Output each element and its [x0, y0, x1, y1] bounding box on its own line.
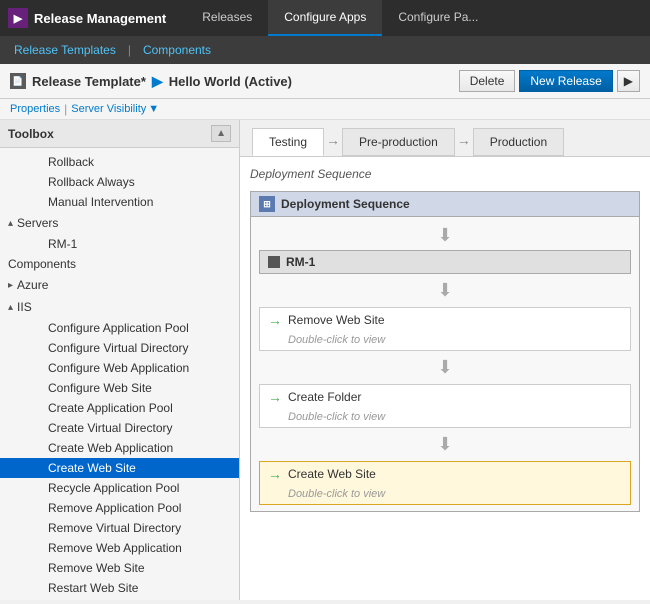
action-hint-create-web-site: Double-click to view [260, 486, 630, 504]
server-name: RM-1 [286, 255, 315, 269]
dropdown-arrow-icon: ▼ [148, 103, 159, 115]
props-separator: | [64, 102, 67, 116]
template-title-area: 📄 Release Template* ▶ Hello World (Activ… [10, 73, 292, 90]
toolbox-item-create-virtual-dir[interactable]: Create Virtual Directory [0, 418, 239, 438]
toolbox-group-azure[interactable]: ▸ Azure [0, 274, 239, 296]
toolbox-item-restart-web-site[interactable]: Restart Web Site [0, 578, 239, 598]
extra-button[interactable]: ▶ [617, 70, 640, 92]
stage-tabs: Testing → Pre-production → Production [240, 120, 650, 157]
toolbox-item-recycle-app-pool[interactable]: Recycle Application Pool [0, 478, 239, 498]
action-header-create-folder: → Create Folder [260, 385, 630, 409]
nav-tab-releases[interactable]: Releases [186, 0, 268, 36]
nav-tab-configure-apps[interactable]: Configure Apps [268, 0, 382, 36]
deployment-sequence-title: Deployment Sequence [281, 197, 410, 211]
stage-tab-pre-production[interactable]: Pre-production [342, 128, 455, 156]
action-header-create-web-site: → Create Web Site [260, 462, 630, 486]
down-arrow-2: ⬇ [259, 276, 631, 305]
nav-tab-configure-pa[interactable]: Configure Pa... [382, 0, 494, 36]
action-item-remove-web-site[interactable]: → Remove Web Site Double-click to view [259, 307, 631, 351]
sub-nav-separator: | [124, 43, 135, 57]
deployment-sequence-icon: ⊞ [259, 196, 275, 212]
template-header: 📄 Release Template* ▶ Hello World (Activ… [0, 64, 650, 99]
toolbox-header: Toolbox ▲ [0, 120, 239, 148]
toolbox-item-create-web-site[interactable]: Create Web Site [0, 458, 239, 478]
stage-arrow-1-icon: → [326, 132, 340, 152]
toolbox-scroll-up-button[interactable]: ▲ [211, 125, 231, 142]
toolbox-list: Rollback Rollback Always Manual Interven… [0, 148, 239, 600]
delete-button[interactable]: Delete [459, 70, 516, 92]
app-title: Release Management [34, 11, 166, 26]
down-arrow-2-icon: ⬇ [437, 280, 452, 301]
action-label-create-folder: Create Folder [288, 390, 361, 404]
main-content: Toolbox ▲ Rollback Rollback Always Manua… [0, 120, 650, 600]
toolbox-item-configure-web-app[interactable]: Configure Web Application [0, 358, 239, 378]
stage-tab-production[interactable]: Production [473, 128, 564, 156]
action-hint-create-folder: Double-click to view [260, 409, 630, 427]
action-item-create-web-site[interactable]: → Create Web Site Double-click to view [259, 461, 631, 505]
toolbox-panel: Toolbox ▲ Rollback Rollback Always Manua… [0, 120, 240, 600]
toolbox-item-configure-virtual-dir[interactable]: Configure Virtual Directory [0, 338, 239, 358]
properties-link[interactable]: Properties [10, 103, 60, 115]
toolbox-item-create-web-app[interactable]: Create Web Application [0, 438, 239, 458]
toolbox-group-servers[interactable]: ▴ Servers [0, 212, 239, 234]
right-panel: Testing → Pre-production → Production De… [240, 120, 650, 600]
deployment-sequence-box: ⊞ Deployment Sequence ⬇ RM-1 ⬇ [250, 191, 640, 512]
deployment-section-label: Deployment Sequence [250, 167, 640, 181]
expand-servers-icon: ▴ [8, 218, 13, 229]
deployment-area: Deployment Sequence ⊞ Deployment Sequenc… [240, 157, 650, 600]
toolbox-item-remove-web-app[interactable]: Remove Web Application [0, 538, 239, 558]
down-arrow-3-icon: ⬇ [437, 357, 452, 378]
toolbox-item-configure-app-pool[interactable]: Configure Application Pool [0, 318, 239, 338]
breadcrumb-arrow-icon: ▶ [152, 73, 163, 90]
deployment-sequence-header: ⊞ Deployment Sequence [251, 192, 639, 217]
nav-tabs: Releases Configure Apps Configure Pa... [186, 0, 494, 36]
action-header-remove-web-site: → Remove Web Site [260, 308, 630, 332]
stage-tab-testing[interactable]: Testing [252, 128, 324, 156]
sub-nav-components[interactable]: Components [139, 41, 215, 59]
properties-bar: Properties | Server Visibility ▼ [0, 99, 650, 120]
toolbox-item-rm1[interactable]: RM-1 [0, 234, 239, 254]
toolbox-item-components[interactable]: Components [0, 254, 239, 274]
toolbox-item-start-app-pool[interactable]: Start Application Pool [0, 598, 239, 600]
action-label-create-web-site: Create Web Site [288, 467, 376, 481]
header-buttons: Delete New Release ▶ [459, 70, 640, 92]
down-arrow-1: ⬇ [259, 221, 631, 250]
action-arrow-3-icon: → [268, 466, 282, 482]
server-icon [268, 256, 280, 268]
expand-iis-icon: ▴ [8, 302, 13, 313]
server-visibility-dropdown[interactable]: Server Visibility ▼ [71, 103, 159, 115]
expand-azure-icon: ▸ [8, 280, 13, 291]
toolbox-title: Toolbox [8, 127, 54, 141]
down-arrow-4: ⬇ [259, 430, 631, 459]
toolbox-item-configure-web-site[interactable]: Configure Web Site [0, 378, 239, 398]
toolbox-group-iis[interactable]: ▴ IIS [0, 296, 239, 318]
server-bar-rm1: RM-1 [259, 250, 631, 274]
app-logo: ▶ Release Management [8, 8, 166, 28]
toolbox-item-remove-app-pool[interactable]: Remove Application Pool [0, 498, 239, 518]
toolbox-item-remove-virtual-dir[interactable]: Remove Virtual Directory [0, 518, 239, 538]
new-release-button[interactable]: New Release [519, 70, 612, 92]
down-arrow-3: ⬇ [259, 353, 631, 382]
sub-nav-release-templates[interactable]: Release Templates [10, 41, 120, 59]
down-arrow-4-icon: ⬇ [437, 434, 452, 455]
down-arrow-1-icon: ⬇ [437, 225, 452, 246]
toolbox-item-remove-web-site[interactable]: Remove Web Site [0, 558, 239, 578]
toolbox-item-rollback[interactable]: Rollback [0, 152, 239, 172]
template-subtitle: Hello World (Active) [169, 74, 292, 89]
logo-icon: ▶ [8, 8, 28, 28]
sub-nav-bar: Release Templates | Components [0, 36, 650, 64]
action-label-remove-web-site: Remove Web Site [288, 313, 385, 327]
action-hint-remove-web-site: Double-click to view [260, 332, 630, 350]
template-name: Release Template* [32, 74, 146, 89]
action-arrow-icon: → [268, 312, 282, 328]
action-item-create-folder[interactable]: → Create Folder Double-click to view [259, 384, 631, 428]
stage-arrow-2-icon: → [457, 132, 471, 152]
toolbox-item-manual-intervention[interactable]: Manual Intervention [0, 192, 239, 212]
action-arrow-2-icon: → [268, 389, 282, 405]
toolbox-item-rollback-always[interactable]: Rollback Always [0, 172, 239, 192]
template-file-icon: 📄 [10, 73, 26, 89]
top-nav-bar: ▶ Release Management Releases Configure … [0, 0, 650, 36]
toolbox-item-create-app-pool[interactable]: Create Application Pool [0, 398, 239, 418]
